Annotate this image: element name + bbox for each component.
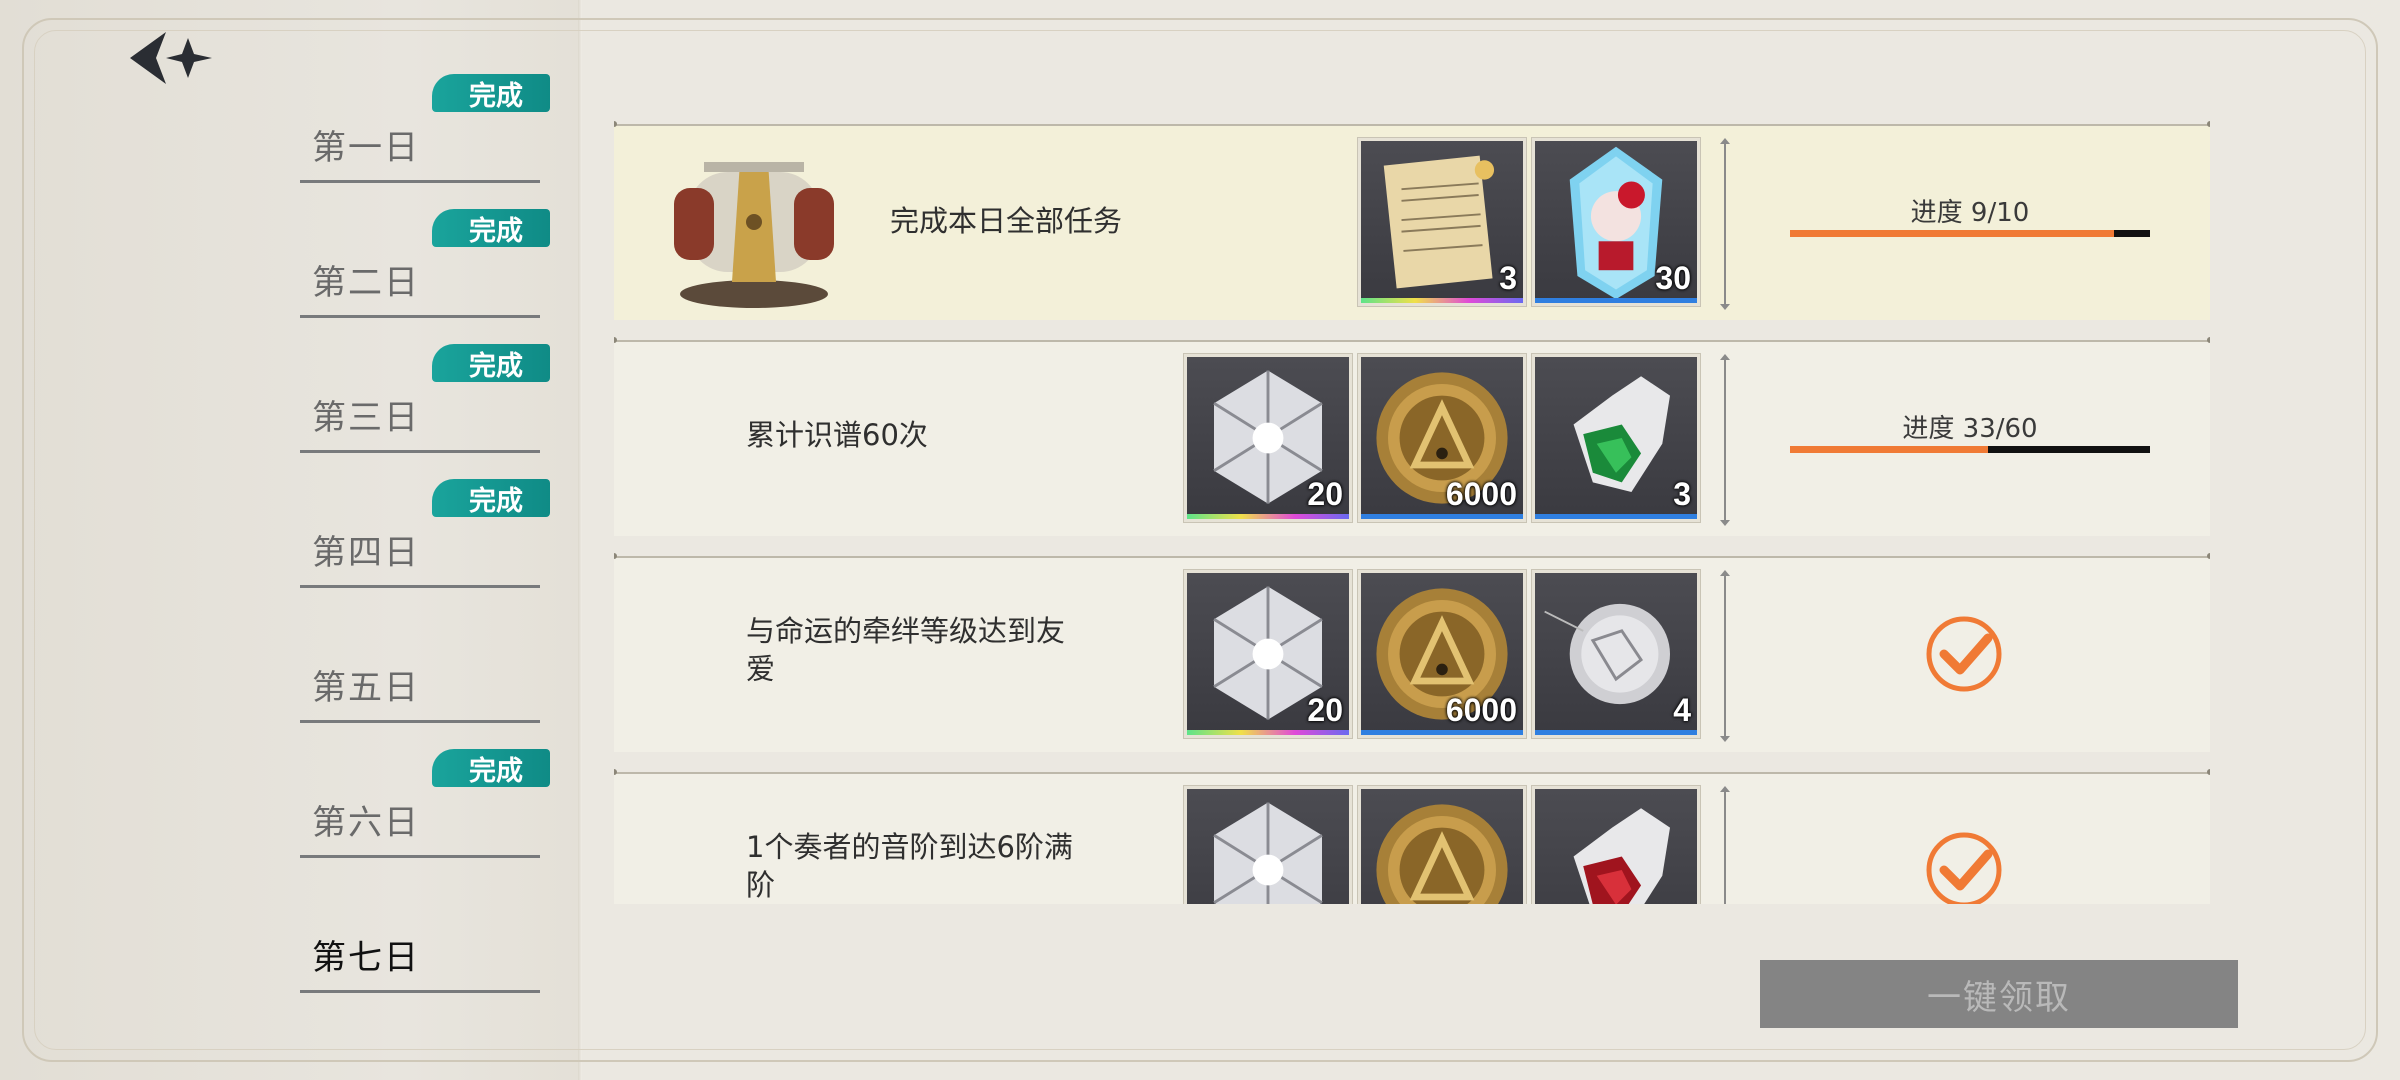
day-underline	[300, 585, 540, 588]
day-label: 第四日	[312, 533, 420, 573]
progress-indicator: 进度 9/10	[1790, 192, 2150, 252]
rarity-bar	[1535, 514, 1697, 519]
reward-item[interactable]: 30	[1531, 137, 1701, 307]
task-row: 完成本日全部任务 3 30 进度 9/10	[614, 121, 2210, 320]
sidebar-day-5[interactable]: 第五日	[300, 628, 550, 738]
day-label: 第六日	[312, 803, 420, 843]
sidebar-day-4[interactable]: 完成 第四日	[300, 479, 550, 603]
progress-label: 进度 33/60	[1902, 414, 2038, 444]
sidebar-divider	[578, 0, 582, 1080]
reward-qty: 20	[1307, 476, 1343, 512]
completed-check-icon	[1926, 616, 2002, 692]
sidebar-day-6[interactable]: 完成 第六日	[300, 749, 550, 873]
white-crystal-icon	[1213, 802, 1323, 904]
reward-qty: 3	[1673, 476, 1691, 512]
completed-check-icon	[1926, 832, 2002, 904]
progress-track	[1790, 230, 2150, 237]
gold-coin-icon	[1376, 804, 1508, 904]
day-label: 第二日	[312, 263, 420, 303]
progress-fill	[1790, 446, 1988, 453]
day-label: 第三日	[312, 398, 420, 438]
vertical-separator	[1720, 570, 1730, 742]
back-button[interactable]	[126, 28, 222, 88]
sidebar-day-1[interactable]: 完成 第一日	[300, 74, 550, 198]
reward-item[interactable]: 6000	[1357, 353, 1527, 523]
claim-all-button[interactable]: 一键领取	[1760, 960, 2238, 1028]
rarity-bar	[1535, 298, 1697, 303]
task-title: 累计识谱60次	[746, 418, 928, 452]
progress-fill	[1790, 230, 2114, 237]
task-title: 完成本日全部任务	[890, 204, 1123, 238]
sidebar-day-7[interactable]: 第七日	[300, 898, 550, 1008]
day-underline	[300, 180, 540, 183]
reward-item[interactable]: 6000	[1357, 569, 1527, 739]
reward-item[interactable]: 3	[1531, 353, 1701, 523]
reward-qty: 30	[1655, 260, 1691, 296]
done-badge: 完成	[432, 344, 550, 382]
day-label: 第一日	[312, 128, 420, 168]
reward-item[interactable]	[1531, 785, 1701, 904]
done-badge: 完成	[432, 749, 550, 787]
rarity-bar	[1535, 730, 1697, 735]
sidebar-day-3[interactable]: 完成 第三日	[300, 344, 550, 468]
task-row: 与命运的牵绊等级达到友爱 20 6000 4	[614, 553, 2210, 752]
rarity-bar	[1361, 514, 1523, 519]
treasure-chest-icon	[674, 162, 834, 308]
task-row: 累计识谱60次 20 6000 3 进度 33/60	[614, 337, 2210, 536]
reward-item[interactable]: 20	[1183, 569, 1353, 739]
sidebar-day-2[interactable]: 完成 第二日	[300, 209, 550, 333]
reward-item[interactable]: 4	[1531, 569, 1701, 739]
rarity-bar	[1361, 730, 1523, 735]
reward-item[interactable]: 3	[1357, 137, 1527, 307]
task-title: 1个奏者的音阶到达6阶满阶	[746, 830, 1073, 902]
day-label: 第七日	[312, 938, 420, 978]
reward-qty: 6000	[1445, 476, 1517, 512]
day-label: 第五日	[312, 668, 420, 708]
rarity-bar	[1187, 730, 1349, 735]
day-underline	[300, 315, 540, 318]
rarity-bar	[1187, 514, 1349, 519]
progress-indicator: 进度 33/60	[1790, 408, 2150, 468]
back-arrow-icon	[130, 32, 212, 84]
reward-item[interactable]	[1183, 785, 1353, 904]
day-underline	[300, 720, 540, 723]
vertical-separator	[1720, 786, 1730, 904]
progress-track	[1790, 446, 2150, 453]
day-underline	[300, 450, 540, 453]
done-badge: 完成	[432, 74, 550, 112]
reward-item[interactable]	[1357, 785, 1527, 904]
vertical-separator	[1720, 354, 1730, 526]
day-underline	[300, 990, 540, 993]
task-row: 1个奏者的音阶到达6阶满阶	[614, 769, 2210, 904]
vertical-separator	[1720, 138, 1730, 310]
reward-item[interactable]: 20	[1183, 353, 1353, 523]
reward-qty: 20	[1307, 692, 1343, 728]
reward-qty: 3	[1499, 260, 1517, 296]
done-badge: 完成	[432, 479, 550, 517]
reward-qty: 6000	[1445, 692, 1517, 728]
rarity-bar	[1361, 298, 1523, 303]
done-badge: 完成	[432, 209, 550, 247]
reward-qty: 4	[1673, 692, 1691, 728]
progress-label: 进度 9/10	[1910, 198, 2030, 228]
task-list[interactable]: 完成本日全部任务 3 30 进度 9/10 累计识谱60次 20 6000 3 …	[614, 120, 2210, 904]
day-underline	[300, 855, 540, 858]
red-crystal-hand-icon	[1573, 808, 1670, 904]
task-title: 与命运的牵绊等级达到友爱	[746, 614, 1066, 686]
